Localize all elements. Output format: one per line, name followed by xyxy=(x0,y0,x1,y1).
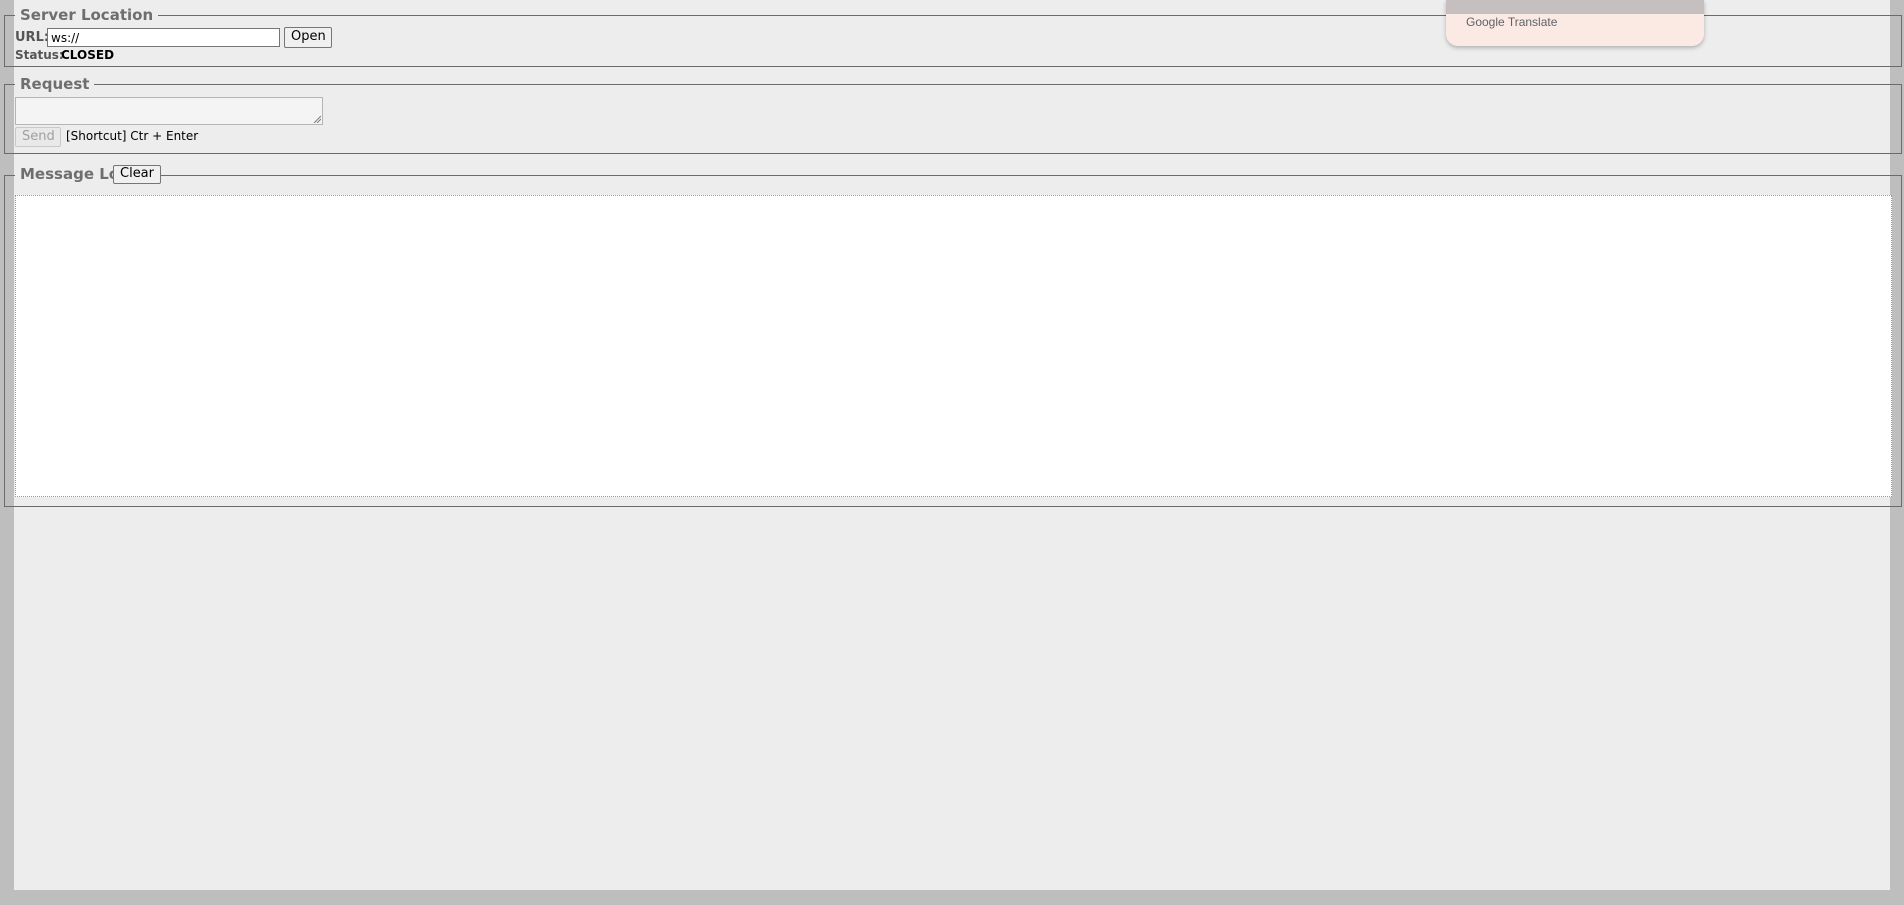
open-button[interactable]: Open xyxy=(284,27,332,48)
google-logo-text: Google xyxy=(1466,15,1505,29)
translate-branding: Google Translate xyxy=(1466,15,1557,29)
translate-popup[interactable]: Google Translate xyxy=(1446,0,1704,46)
url-input[interactable] xyxy=(47,28,280,47)
send-button[interactable]: Send xyxy=(15,127,61,147)
status-value: CLOSED xyxy=(61,48,115,62)
message-log-area[interactable] xyxy=(15,195,1892,497)
translate-product-text: Translate xyxy=(1507,15,1558,29)
request-textarea[interactable] xyxy=(15,97,323,125)
shortcut-hint: [Shortcut] Ctr + Enter xyxy=(66,129,199,143)
status-label: Status: xyxy=(15,48,64,62)
translate-popup-strip xyxy=(1446,0,1704,14)
url-label: URL: xyxy=(15,30,50,45)
clear-button[interactable]: Clear xyxy=(113,165,161,184)
resize-grip-icon[interactable] xyxy=(313,115,321,123)
request-legend: Request xyxy=(15,76,95,93)
server-location-legend: Server Location xyxy=(15,7,159,24)
